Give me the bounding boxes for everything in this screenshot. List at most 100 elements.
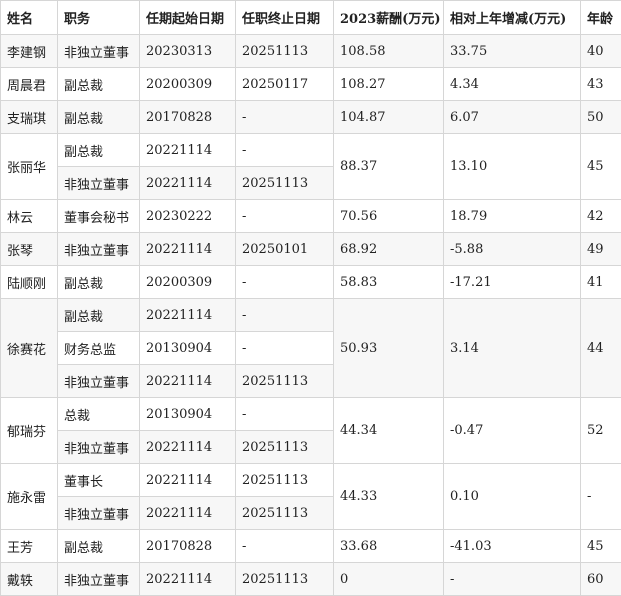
cell-salary: 104.87 [334,101,444,134]
cell-start-date: 20170828 [140,530,236,563]
cell-end-date: 20251113 [236,365,334,398]
cell-age: 52 [581,398,621,464]
cell-salary: 70.56 [334,200,444,233]
table-body: 李建钢非独立董事2023031320251113108.5833.7540周晨君… [1,35,621,596]
cell-name: 徐赛花 [1,299,58,398]
cell-start-date: 20221114 [140,365,236,398]
cell-end-date: 20251113 [236,464,334,497]
cell-end-date: - [236,530,334,563]
cell-start-date: 20221114 [140,233,236,266]
cell-start-date: 20221114 [140,167,236,200]
cell-change: -41.03 [444,530,581,563]
cell-start-date: 20130904 [140,332,236,365]
cell-age: 60 [581,563,621,596]
cell-name: 林云 [1,200,58,233]
cell-position: 副总裁 [58,68,140,101]
cell-end-date: - [236,299,334,332]
cell-end-date: 20251113 [236,563,334,596]
cell-position: 董事会秘书 [58,200,140,233]
cell-position: 非独立董事 [58,233,140,266]
cell-end-date: 20251113 [236,497,334,530]
cell-end-date: - [236,398,334,431]
cell-name: 支瑞琪 [1,101,58,134]
cell-name: 张丽华 [1,134,58,200]
table-row: 林云董事会秘书20230222-70.5618.7942 [1,200,621,233]
table-row: 郁瑞芬总裁20130904-44.34-0.4752 [1,398,621,431]
cell-name: 施永雷 [1,464,58,530]
header-change: 相对上年增减(万元) [444,1,581,35]
cell-position: 副总裁 [58,101,140,134]
cell-position: 非独立董事 [58,497,140,530]
cell-age: 41 [581,266,621,299]
cell-name: 张琴 [1,233,58,266]
cell-position: 非独立董事 [58,563,140,596]
cell-end-date: 20251113 [236,35,334,68]
executive-compensation-table: 姓名 职务 任期起始日期 任职终止日期 2023薪酬(万元) 相对上年增减(万元… [0,0,621,596]
table-row: 张琴非独立董事202211142025010168.92-5.8849 [1,233,621,266]
cell-age: 45 [581,134,621,200]
table-row: 李建钢非独立董事2023031320251113108.5833.7540 [1,35,621,68]
cell-start-date: 20221114 [140,134,236,167]
cell-end-date: - [236,332,334,365]
cell-change: -17.21 [444,266,581,299]
cell-name: 周晨君 [1,68,58,101]
cell-salary: 108.58 [334,35,444,68]
cell-change: 6.07 [444,101,581,134]
cell-age: 40 [581,35,621,68]
cell-age: 50 [581,101,621,134]
table-row: 支瑞琪副总裁20170828-104.876.0750 [1,101,621,134]
cell-start-date: 20230313 [140,35,236,68]
cell-salary: 58.83 [334,266,444,299]
cell-end-date: 20250117 [236,68,334,101]
cell-position: 副总裁 [58,134,140,167]
cell-start-date: 20221114 [140,464,236,497]
cell-name: 王芳 [1,530,58,563]
header-name: 姓名 [1,1,58,35]
cell-start-date: 20221114 [140,299,236,332]
cell-age: 43 [581,68,621,101]
cell-end-date: - [236,134,334,167]
cell-end-date: - [236,266,334,299]
cell-salary: 44.34 [334,398,444,464]
table-row: 徐赛花副总裁20221114-50.933.1444 [1,299,621,332]
cell-start-date: 20221114 [140,431,236,464]
cell-position: 副总裁 [58,299,140,332]
cell-change: -5.88 [444,233,581,266]
cell-age: 49 [581,233,621,266]
cell-salary: 50.93 [334,299,444,398]
cell-end-date: - [236,200,334,233]
cell-salary: 108.27 [334,68,444,101]
header-end-date: 任职终止日期 [236,1,334,35]
table-row: 周晨君副总裁2020030920250117108.274.3443 [1,68,621,101]
cell-position: 总裁 [58,398,140,431]
cell-start-date: 20200309 [140,68,236,101]
cell-start-date: 20221114 [140,497,236,530]
cell-start-date: 20200309 [140,266,236,299]
cell-name: 戴轶 [1,563,58,596]
header-start-date: 任期起始日期 [140,1,236,35]
table-row: 张丽华副总裁20221114-88.3713.1045 [1,134,621,167]
cell-position: 副总裁 [58,266,140,299]
cell-end-date: - [236,101,334,134]
cell-position: 非独立董事 [58,167,140,200]
header-salary: 2023薪酬(万元) [334,1,444,35]
cell-change: 18.79 [444,200,581,233]
cell-age: 42 [581,200,621,233]
cell-salary: 88.37 [334,134,444,200]
cell-age: 44 [581,299,621,398]
cell-change: -0.47 [444,398,581,464]
table-row: 王芳副总裁20170828-33.68-41.0345 [1,530,621,563]
cell-change: 4.34 [444,68,581,101]
cell-salary: 0 [334,563,444,596]
cell-start-date: 20221114 [140,563,236,596]
cell-position: 非独立董事 [58,365,140,398]
cell-end-date: 20250101 [236,233,334,266]
cell-change: 3.14 [444,299,581,398]
table-row: 戴轶非独立董事20221114202511130-60 [1,563,621,596]
header-age: 年龄 [581,1,621,35]
cell-name: 陆顺刚 [1,266,58,299]
cell-start-date: 20130904 [140,398,236,431]
header-row: 姓名 职务 任期起始日期 任职终止日期 2023薪酬(万元) 相对上年增减(万元… [1,1,621,35]
cell-start-date: 20230222 [140,200,236,233]
cell-salary: 44.33 [334,464,444,530]
